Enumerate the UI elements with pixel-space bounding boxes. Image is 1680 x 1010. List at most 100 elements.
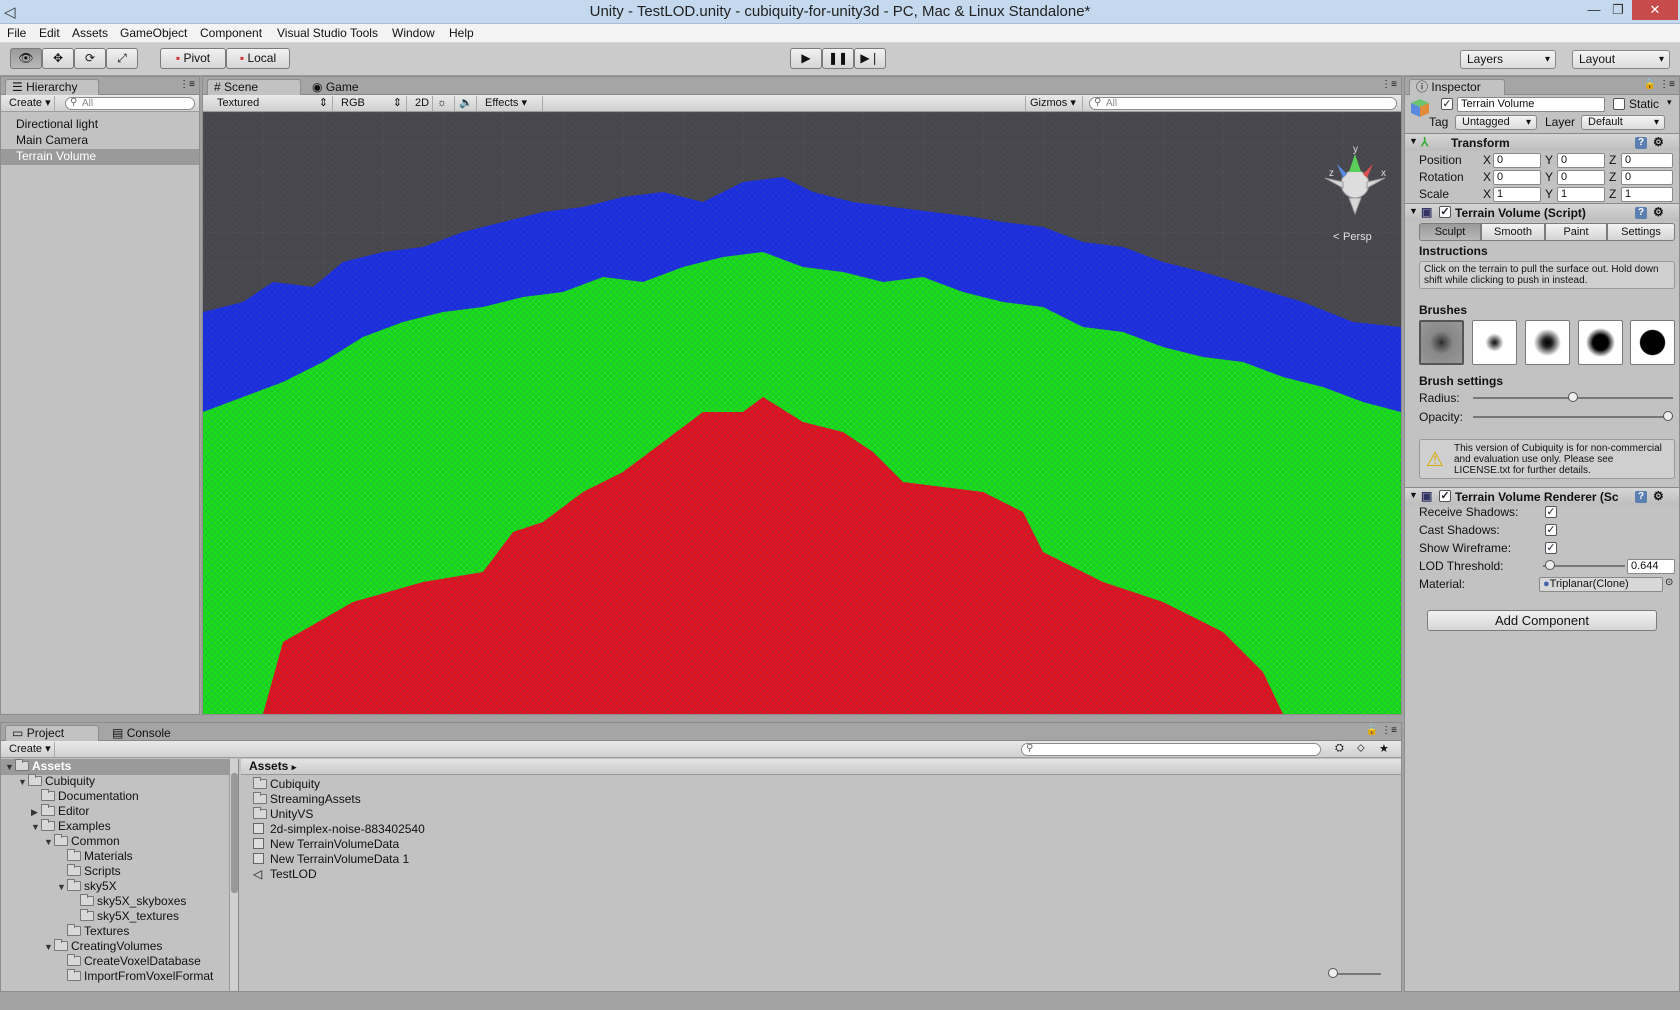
menu-visual-studio-tools[interactable]: Visual Studio Tools xyxy=(277,26,378,40)
material-field[interactable]: ●Triplanar(Clone) xyxy=(1539,577,1663,592)
tab-smooth[interactable]: Smooth xyxy=(1481,223,1545,241)
layers-dropdown[interactable]: Layers xyxy=(1460,50,1556,69)
static-checkbox[interactable] xyxy=(1613,98,1625,110)
project-create-dropdown[interactable]: Create ▾ xyxy=(5,742,55,757)
brush-1[interactable] xyxy=(1419,320,1464,365)
tab-paint[interactable]: Paint xyxy=(1545,223,1607,241)
favorites-icon[interactable]: ★ xyxy=(1379,742,1389,755)
panel-menu-icon[interactable]: 🔒 ⋮≡ xyxy=(1644,79,1675,90)
tree-scrollbar[interactable] xyxy=(229,759,238,991)
scene-viewport[interactable]: y z x < Persp xyxy=(203,112,1401,714)
lighting-toggle[interactable]: ☼ xyxy=(433,96,455,111)
opacity-slider-knob[interactable] xyxy=(1663,411,1673,421)
project-tree-item[interactable]: sky5X_skyboxes xyxy=(1,894,229,910)
menu-window[interactable]: Window xyxy=(392,26,435,40)
tree-expand-icon[interactable]: ▼ xyxy=(5,760,15,775)
move-tool-button[interactable]: ✥ xyxy=(42,48,74,69)
effects-dropdown[interactable]: Effects ▾ xyxy=(481,96,543,111)
cast-shadows-checkbox[interactable]: ✓ xyxy=(1545,524,1557,536)
expand-arrow-icon[interactable]: ▼ xyxy=(1409,490,1418,500)
project-tree-item[interactable]: Materials xyxy=(1,849,229,865)
tree-expand-icon[interactable]: ▶ xyxy=(31,805,41,820)
lod-threshold-field[interactable]: 0.644 xyxy=(1627,559,1675,574)
project-tree-item[interactable]: ▼ Assets xyxy=(1,759,229,775)
help-icon[interactable]: ? xyxy=(1635,207,1647,219)
brush-4[interactable] xyxy=(1578,320,1623,365)
play-button[interactable]: ▶ xyxy=(790,48,822,69)
tab-sculpt[interactable]: Sculpt xyxy=(1419,223,1481,241)
scale-z-field[interactable]: 1 xyxy=(1621,187,1673,202)
static-dropdown-arrow-icon[interactable]: ▾ xyxy=(1667,97,1672,108)
scale-tool-button[interactable]: ⤢ xyxy=(106,48,138,69)
project-tree-item[interactable]: ImportFromVoxelFormat xyxy=(1,969,229,985)
tab-settings[interactable]: Settings xyxy=(1607,223,1675,241)
icon-size-slider-knob[interactable] xyxy=(1328,968,1338,978)
pivot-toggle[interactable]: ▪ Pivot xyxy=(160,48,226,69)
menu-gameobject[interactable]: GameObject xyxy=(120,26,187,40)
rotate-tool-button[interactable]: ⟳ xyxy=(74,48,106,69)
asset-list-item[interactable]: New TerrainVolumeData 1 xyxy=(253,852,653,868)
position-z-field[interactable]: 0 xyxy=(1621,153,1673,168)
object-picker-icon[interactable]: ⊙ xyxy=(1665,577,1673,588)
filter-by-type-icon[interactable]: ⛭ xyxy=(1335,742,1344,755)
position-x-field[interactable]: 0 xyxy=(1493,153,1541,168)
project-tree-item[interactable]: ▶ Editor xyxy=(1,804,229,820)
script-header[interactable]: ▼ ▣ ✓ Terrain Volume (Script) ? ⚙ xyxy=(1405,203,1679,221)
project-tree-item[interactable]: ▼ Cubiquity xyxy=(1,774,229,790)
show-wireframe-checkbox[interactable]: ✓ xyxy=(1545,542,1557,554)
close-button[interactable]: ✕ xyxy=(1632,0,1678,20)
filter-by-label-icon[interactable]: ⬦ xyxy=(1357,742,1365,755)
render-mode-dropdown[interactable]: RGB ⇕ xyxy=(337,96,407,111)
project-search-input[interactable] xyxy=(1021,743,1321,756)
gear-icon[interactable]: ⚙ xyxy=(1653,489,1664,503)
layout-dropdown[interactable]: Layout xyxy=(1572,50,1670,69)
gear-icon[interactable]: ⚙ xyxy=(1653,135,1664,149)
tree-expand-icon[interactable]: ▼ xyxy=(31,820,41,835)
project-tree-item[interactable]: Documentation xyxy=(1,789,229,805)
icon-size-slider[interactable] xyxy=(1331,973,1381,975)
brush-2[interactable] xyxy=(1472,320,1517,365)
project-tree-item[interactable]: ▼ sky5X xyxy=(1,879,229,895)
hierarchy-item-main-camera[interactable]: Main Camera xyxy=(1,133,199,149)
menu-file[interactable]: File xyxy=(7,26,26,40)
persp-label[interactable]: Persp xyxy=(1343,231,1372,243)
object-name-field[interactable]: Terrain Volume xyxy=(1457,97,1605,112)
asset-list-item[interactable]: UnityVS xyxy=(253,807,653,823)
rotation-x-field[interactable]: 0 xyxy=(1493,170,1541,185)
tree-expand-icon[interactable]: ▼ xyxy=(57,880,67,895)
project-tree-item[interactable]: ▼ Examples xyxy=(1,819,229,835)
breadcrumb-label[interactable]: Assets xyxy=(249,759,288,773)
receive-shadows-checkbox[interactable]: ✓ xyxy=(1545,506,1557,518)
tree-expand-icon[interactable]: ▼ xyxy=(44,835,54,850)
tab-project[interactable]: ▭ Project xyxy=(5,725,99,741)
project-tree-item[interactable]: Textures xyxy=(1,924,229,940)
rotation-y-field[interactable]: 0 xyxy=(1557,170,1605,185)
menu-component[interactable]: Component xyxy=(200,26,262,40)
mode-2d-toggle[interactable]: 2D xyxy=(411,96,433,111)
menu-help[interactable]: Help xyxy=(449,26,474,40)
lod-slider-track[interactable] xyxy=(1543,565,1625,567)
script-enabled-checkbox[interactable]: ✓ xyxy=(1439,206,1451,218)
project-tree-item[interactable]: Scripts xyxy=(1,864,229,880)
scale-x-field[interactable]: 1 xyxy=(1493,187,1541,202)
tab-console[interactable]: ▤ Console xyxy=(105,725,185,741)
audio-toggle[interactable]: 🔈 xyxy=(455,96,477,111)
tab-game[interactable]: ◉ Game xyxy=(305,79,375,95)
asset-list-item[interactable]: StreamingAssets xyxy=(253,792,653,808)
renderer-enabled-checkbox[interactable]: ✓ xyxy=(1439,490,1451,502)
gizmos-dropdown[interactable]: Gizmos ▾ xyxy=(1025,96,1083,111)
tree-expand-icon[interactable]: ▼ xyxy=(18,775,28,790)
brush-5[interactable] xyxy=(1630,320,1675,365)
tree-expand-icon[interactable]: ▼ xyxy=(44,940,54,955)
step-button[interactable]: ▶❘ xyxy=(854,48,886,69)
tab-scene[interactable]: # Scene xyxy=(207,79,301,95)
lod-slider-knob[interactable] xyxy=(1545,560,1555,570)
asset-list-item[interactable]: ◁ TestLOD xyxy=(253,867,653,883)
tab-inspector[interactable]: ⓘ Inspector xyxy=(1409,79,1505,95)
project-tree-item[interactable]: ▼ Common xyxy=(1,834,229,850)
hierarchy-create-dropdown[interactable]: Create ▾ xyxy=(5,96,55,111)
position-y-field[interactable]: 0 xyxy=(1557,153,1605,168)
layer-dropdown[interactable]: Default xyxy=(1581,115,1665,130)
menu-assets[interactable]: Assets xyxy=(72,26,108,40)
panel-menu-icon[interactable]: ⋮≡ xyxy=(179,79,195,90)
